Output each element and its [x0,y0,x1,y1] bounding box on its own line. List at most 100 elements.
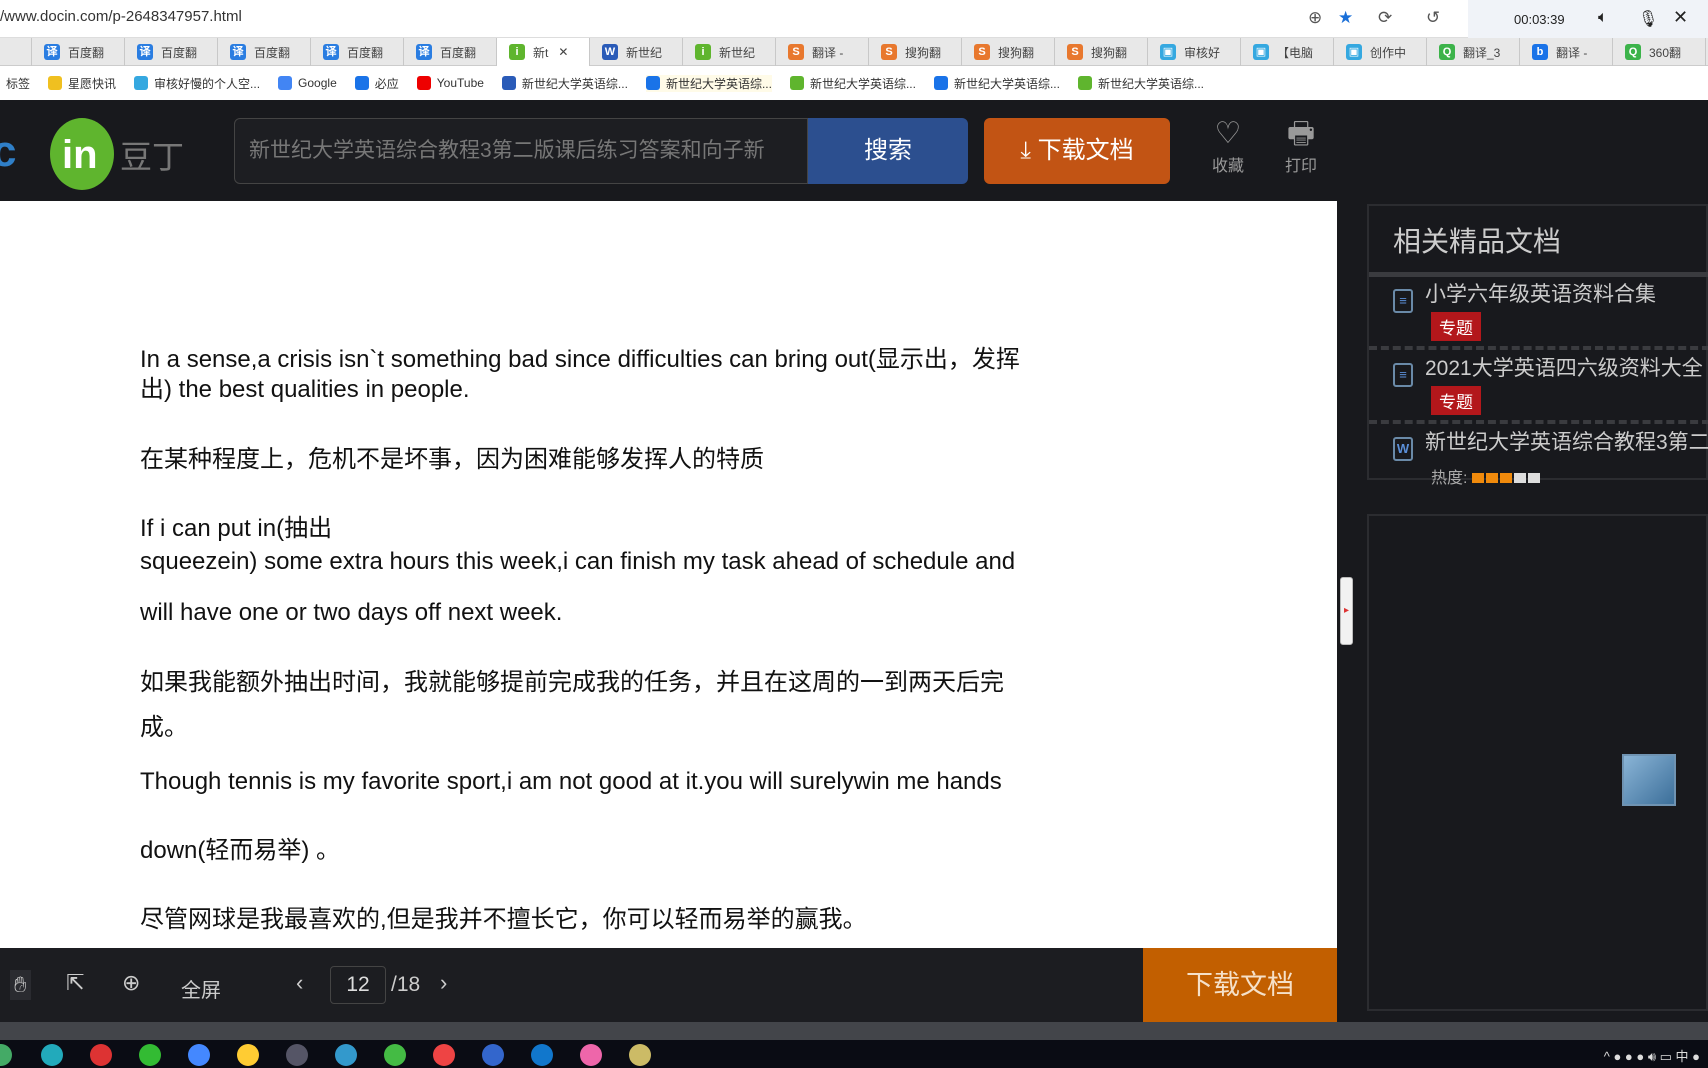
tab-favicon: Q [1625,44,1641,60]
taskbar-app-icon[interactable] [41,1044,63,1066]
taskbar-app-icon[interactable] [286,1044,308,1066]
tab-label: 新世纪 [719,45,756,60]
browser-tab[interactable] [0,38,32,66]
taskbar-app-icon[interactable] [335,1044,357,1066]
search-button[interactable]: 搜索 [808,118,968,184]
document-text-line: down(轻而易举) 。 [140,837,341,864]
tab-favicon: Q [1439,44,1455,60]
bookmark-item[interactable]: 审核好慢的个人空... [134,75,260,92]
bookmark-item[interactable]: 必应 [354,75,399,92]
bookmark-item[interactable]: 标签 [0,75,30,92]
related-doc-item[interactable]: W 新世纪大学英语综合教程3第二 [1393,426,1708,461]
document-page: In a sense,a crisis isn`t something bad … [0,201,1337,948]
bookmark-favicon [354,76,369,90]
favorite-button[interactable]: ♡ 收藏 [1203,116,1253,176]
taskbar-app-icon[interactable] [531,1044,553,1066]
zoom-icon[interactable]: ⊕ [1308,8,1322,28]
bookmark-label: 新世纪大学英语综... [809,76,916,91]
browser-tab[interactable]: i 新t ✕ [497,38,590,66]
panel-title: 相关精品文档 [1393,226,1562,257]
bookmark-item[interactable]: 新世纪大学英语综... [501,75,628,92]
zoom-in-icon[interactable]: ⊕ [122,970,140,996]
page-number-input[interactable]: 12 [330,966,386,1004]
related-doc-item[interactable]: ≡ 2021大学英语四六级资料大全 [1393,352,1703,387]
taskbar-app-icon[interactable] [0,1044,12,1066]
taskbar-app-icon[interactable] [90,1044,112,1066]
bookmark-label: YouTube [436,76,484,90]
select-tool-icon[interactable]: ⇱ [66,970,84,996]
browser-tab[interactable]: 译百度翻 [218,38,311,66]
bookmark-item[interactable]: 新世纪大学英语综... [789,75,916,92]
bookmark-item[interactable]: Google [278,76,337,90]
svg-text:c: c [0,127,16,176]
undo-icon[interactable]: ↺ [1426,8,1440,28]
browser-tab[interactable]: S 搜狗翻 [1055,38,1148,66]
browser-tab[interactable]: ▣ 审核好 [1148,38,1241,66]
browser-tab[interactable]: Q 翻译_3 [1427,38,1520,66]
taskbar-app-icon[interactable] [237,1044,259,1066]
bookmark-item[interactable]: 新世纪大学英语综... [1077,75,1204,92]
tab-label: 搜狗翻 [905,45,942,60]
browser-tab[interactable]: ▣ 【电脑 [1241,38,1334,66]
browser-tab[interactable]: 译百度翻 [125,38,218,66]
download-label: 下载文档 [1037,137,1134,164]
close-icon[interactable]: ✕ [1673,7,1688,28]
close-tab-icon[interactable]: ✕ [558,45,568,59]
document-text-line: Though tennis is my favorite sport,i am … [140,768,1002,795]
browser-tab[interactable]: 译百度翻 [32,38,125,66]
browser-tab[interactable]: S 搜狗翻 [962,38,1055,66]
hand-tool-icon[interactable]: ✋︎ [10,970,31,1000]
taskbar-app-icon[interactable] [188,1044,210,1066]
bookmark-star-icon[interactable]: ★ [1338,8,1353,28]
download-document-button[interactable]: 下载文档 [1143,948,1337,1022]
browser-tab[interactable]: ▣ 创作中 [1334,38,1427,66]
browser-tab[interactable]: 译百度翻 [311,38,404,66]
bookmark-favicon [278,76,293,90]
bookmark-item[interactable]: YouTube [416,76,484,90]
refresh-icon[interactable]: ⟳ [1378,8,1392,28]
image-thumbnail-icon[interactable] [1622,754,1676,806]
tab-label: 百度翻 [254,45,291,60]
taskbar-app-icon[interactable] [482,1044,504,1066]
url-text[interactable]: /www.docin.com/p-2648347957.html [0,8,242,25]
prev-page-icon[interactable]: ‹ [296,970,303,996]
document-text-line: 在某种程度上，危机不是坏事，因为困难能够发挥人的特质 [140,446,764,473]
download-button[interactable]: ⤓ 下载文档 [984,118,1170,184]
taskbar-app-icon[interactable] [384,1044,406,1066]
system-tray[interactable]: ^ ● ● ● 🔊︎ ▭ 中 ● [1604,1046,1700,1065]
sidebar-toggle-handle[interactable]: ▸ [1340,577,1353,645]
docin-logo[interactable]: c in 豆丁 [0,110,190,190]
browser-tab[interactable]: S 翻译 - [776,38,869,66]
tab-label: 【电脑 [1277,45,1314,60]
print-button[interactable]: 🖶︎ 打印 [1276,116,1326,176]
related-doc-item[interactable]: ≡ 小学六年级英语资料合集 [1393,278,1656,313]
svg-text:in: in [62,133,98,177]
browser-tab[interactable]: b 翻译 - [1520,38,1613,66]
taskbar-app-icon[interactable] [433,1044,455,1066]
taskbar-app-icon[interactable] [580,1044,602,1066]
bookmark-item[interactable]: 新世纪大学英语综... [645,74,772,92]
document-icon: ≡ [1393,363,1413,387]
search-input[interactable]: 新世纪大学英语综合教程3第二版课后练习答案和向子新 [234,118,808,184]
microphone-icon[interactable]: 🎙︎ [1638,9,1658,29]
tab-favicon: b [1532,44,1548,60]
browser-tab[interactable]: i 新世纪 [683,38,776,66]
browser-tab[interactable]: W 新世纪 [590,38,683,66]
fullscreen-button[interactable]: 全屏 [181,974,221,1003]
tab-label: 百度翻 [161,45,198,60]
heat-square [1485,473,1498,483]
taskbar-app-icon[interactable] [139,1044,161,1066]
browser-tab[interactable]: S 搜狗翻 [869,38,962,66]
taskbar-app-icon[interactable] [629,1044,651,1066]
bookmark-item[interactable]: 星愿快讯 [48,75,116,92]
heat-rating: 热度: [1431,464,1542,488]
speaker-icon[interactable]: 🔈︎ [1598,9,1608,27]
next-page-icon[interactable]: › [440,970,447,996]
browser-tab[interactable]: Q 360翻 [1613,38,1706,66]
tab-favicon: ▣ [1160,44,1176,60]
document-text-line: 尽管网球是我最喜欢的,但是我并不擅长它，你可以轻而易举的赢我。 [140,906,867,933]
browser-tab[interactable]: 译百度翻 [404,38,497,66]
bookmark-item[interactable]: 新世纪大学英语综... [933,75,1060,92]
address-bar[interactable]: /www.docin.com/p-2648347957.html ⊕ ★ ⟳ ↺… [0,0,1708,38]
heat-square [1527,473,1540,483]
